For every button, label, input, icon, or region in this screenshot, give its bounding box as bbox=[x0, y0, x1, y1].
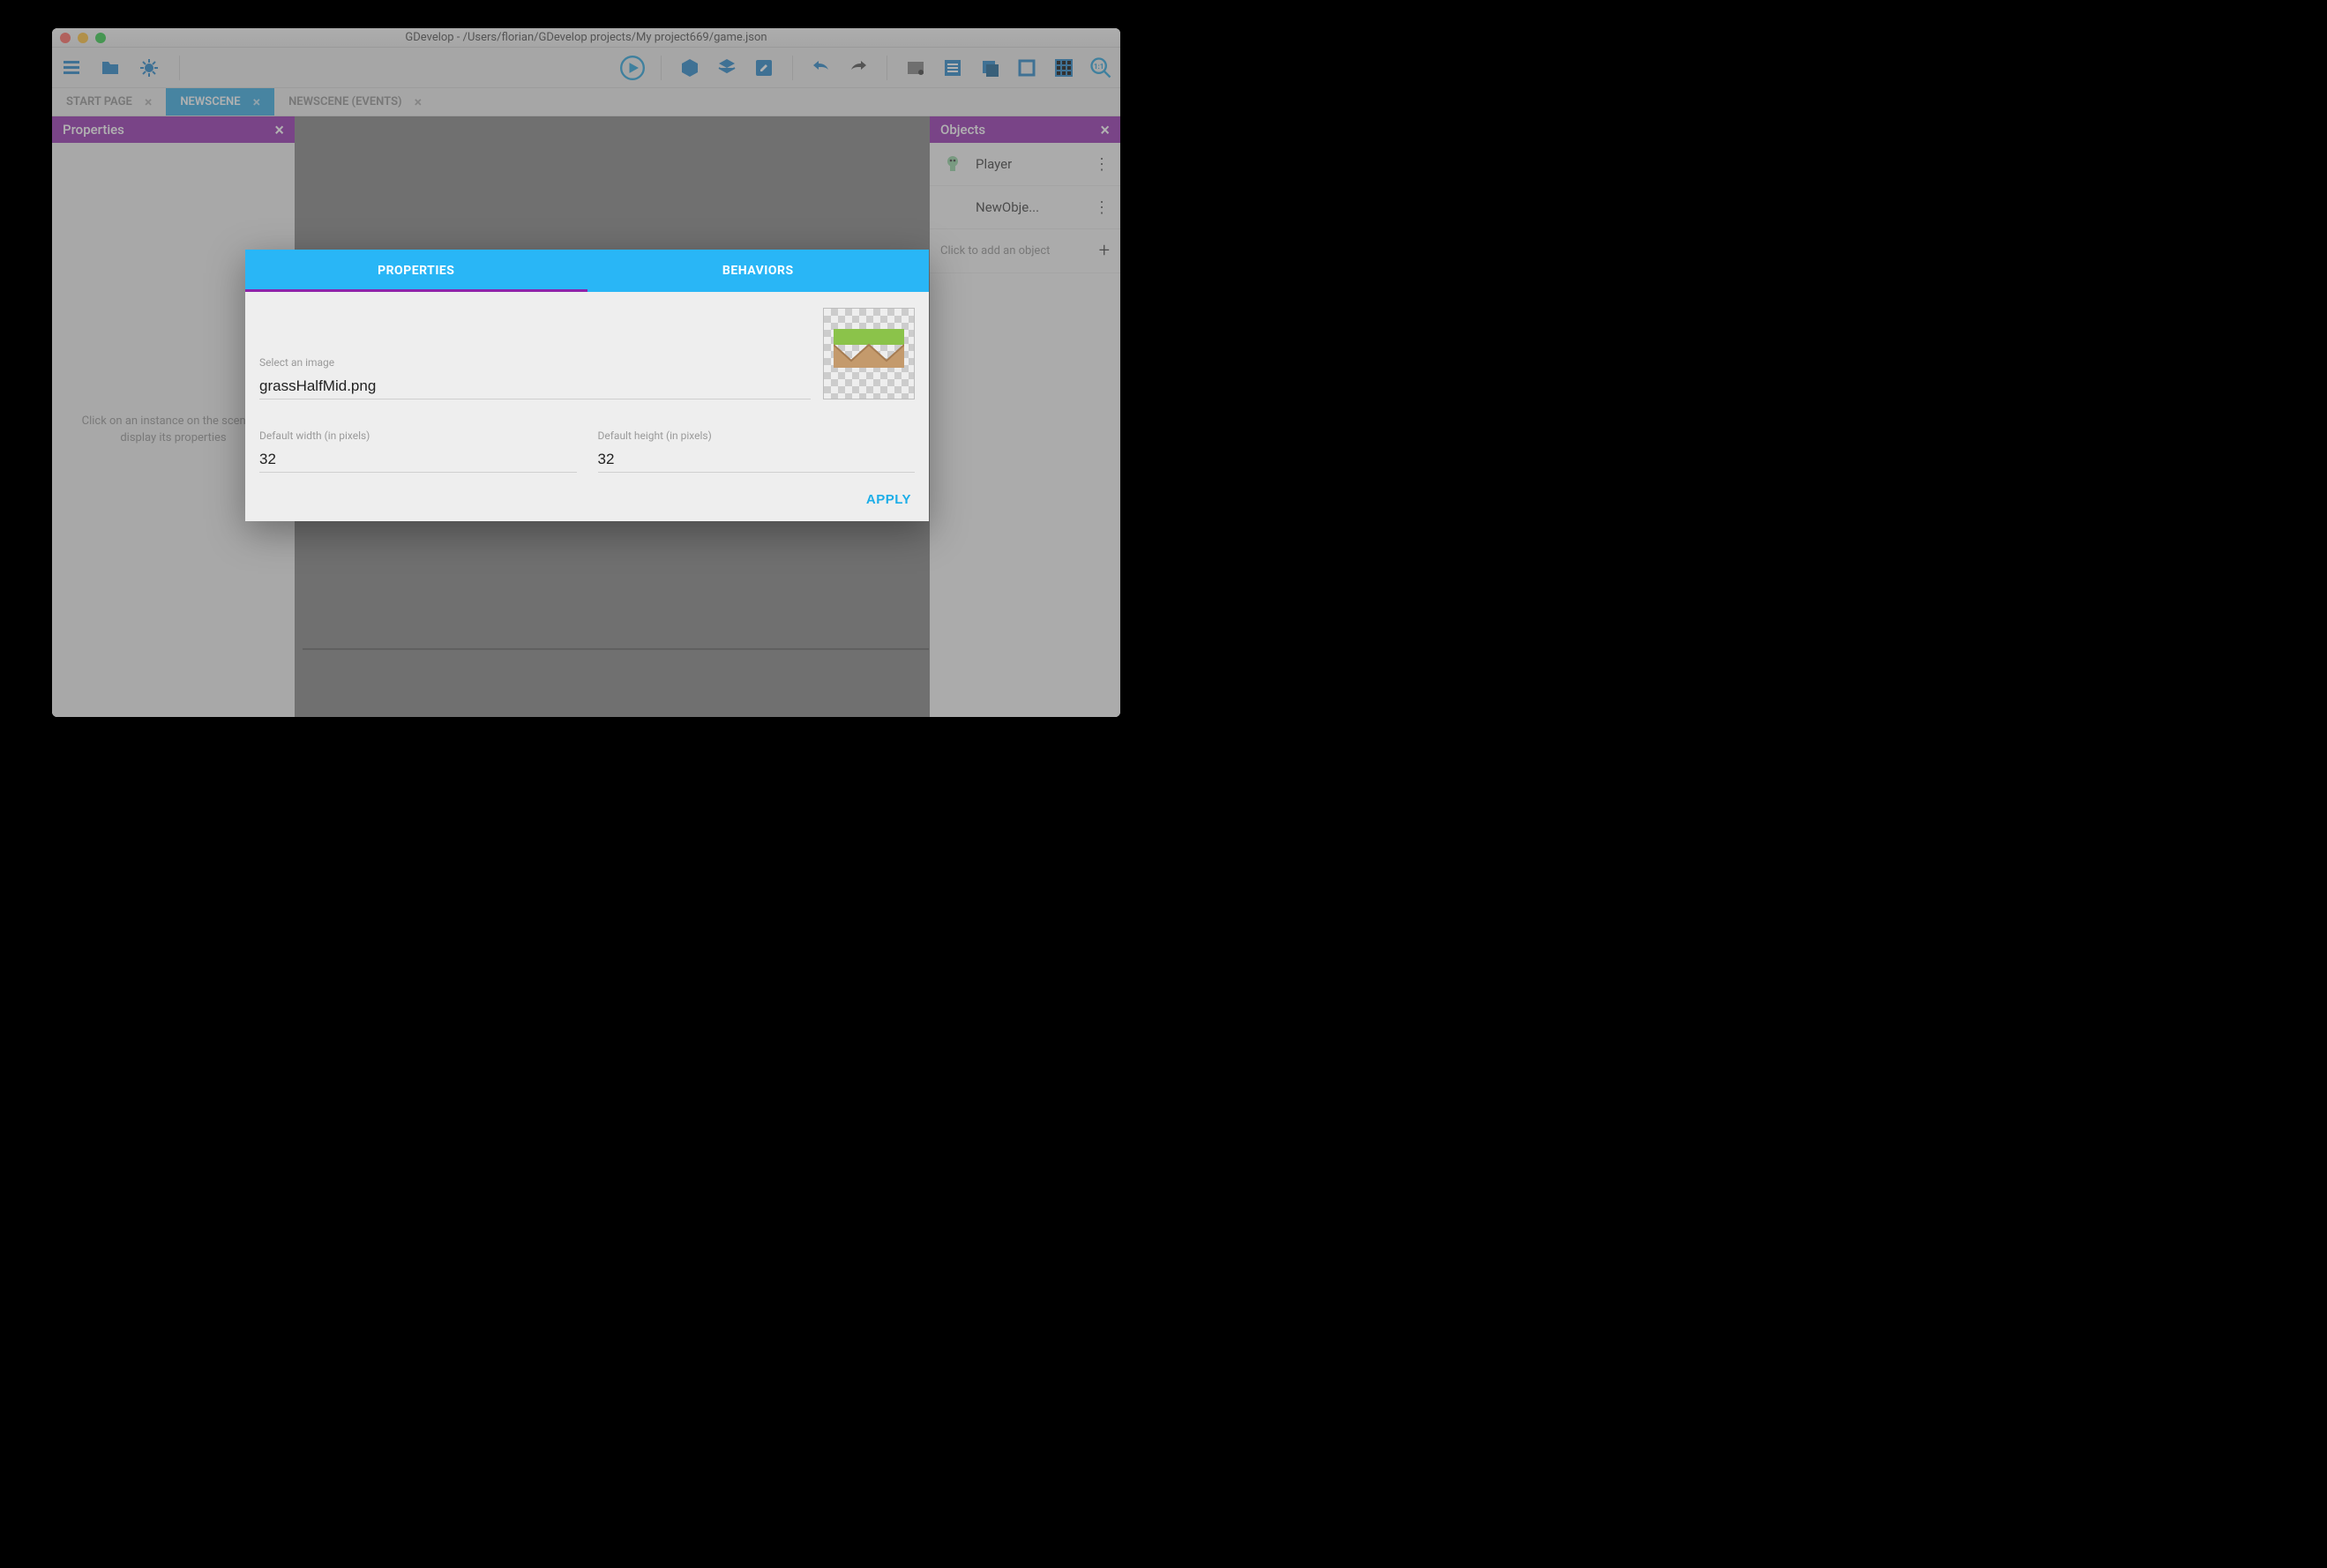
image-field-label: Select an image bbox=[259, 356, 811, 369]
apply-button[interactable]: APPLY bbox=[866, 492, 911, 507]
tab-properties[interactable]: PROPERTIES bbox=[245, 250, 587, 292]
image-field-input[interactable] bbox=[259, 374, 811, 399]
dialog-tabs: PROPERTIES BEHAVIORS bbox=[245, 250, 929, 292]
app-window: GDevelop - /Users/florian/GDevelop proje… bbox=[52, 28, 1120, 717]
object-editor-dialog: PROPERTIES BEHAVIORS Select an image bbox=[245, 250, 929, 521]
dialog-actions: APPLY bbox=[245, 482, 929, 521]
tab-behaviors[interactable]: BEHAVIORS bbox=[587, 250, 930, 292]
width-field-input[interactable] bbox=[259, 447, 577, 473]
dialog-body: Select an image Default width (in pixels… bbox=[245, 292, 929, 482]
image-preview-thumbnail[interactable] bbox=[823, 308, 915, 399]
height-field-input[interactable] bbox=[598, 447, 916, 473]
height-field-label: Default height (in pixels) bbox=[598, 429, 916, 442]
tab-label: PROPERTIES bbox=[378, 264, 454, 278]
width-field-label: Default width (in pixels) bbox=[259, 429, 577, 442]
tab-label: BEHAVIORS bbox=[722, 264, 794, 278]
grass-tile-icon bbox=[834, 329, 904, 368]
